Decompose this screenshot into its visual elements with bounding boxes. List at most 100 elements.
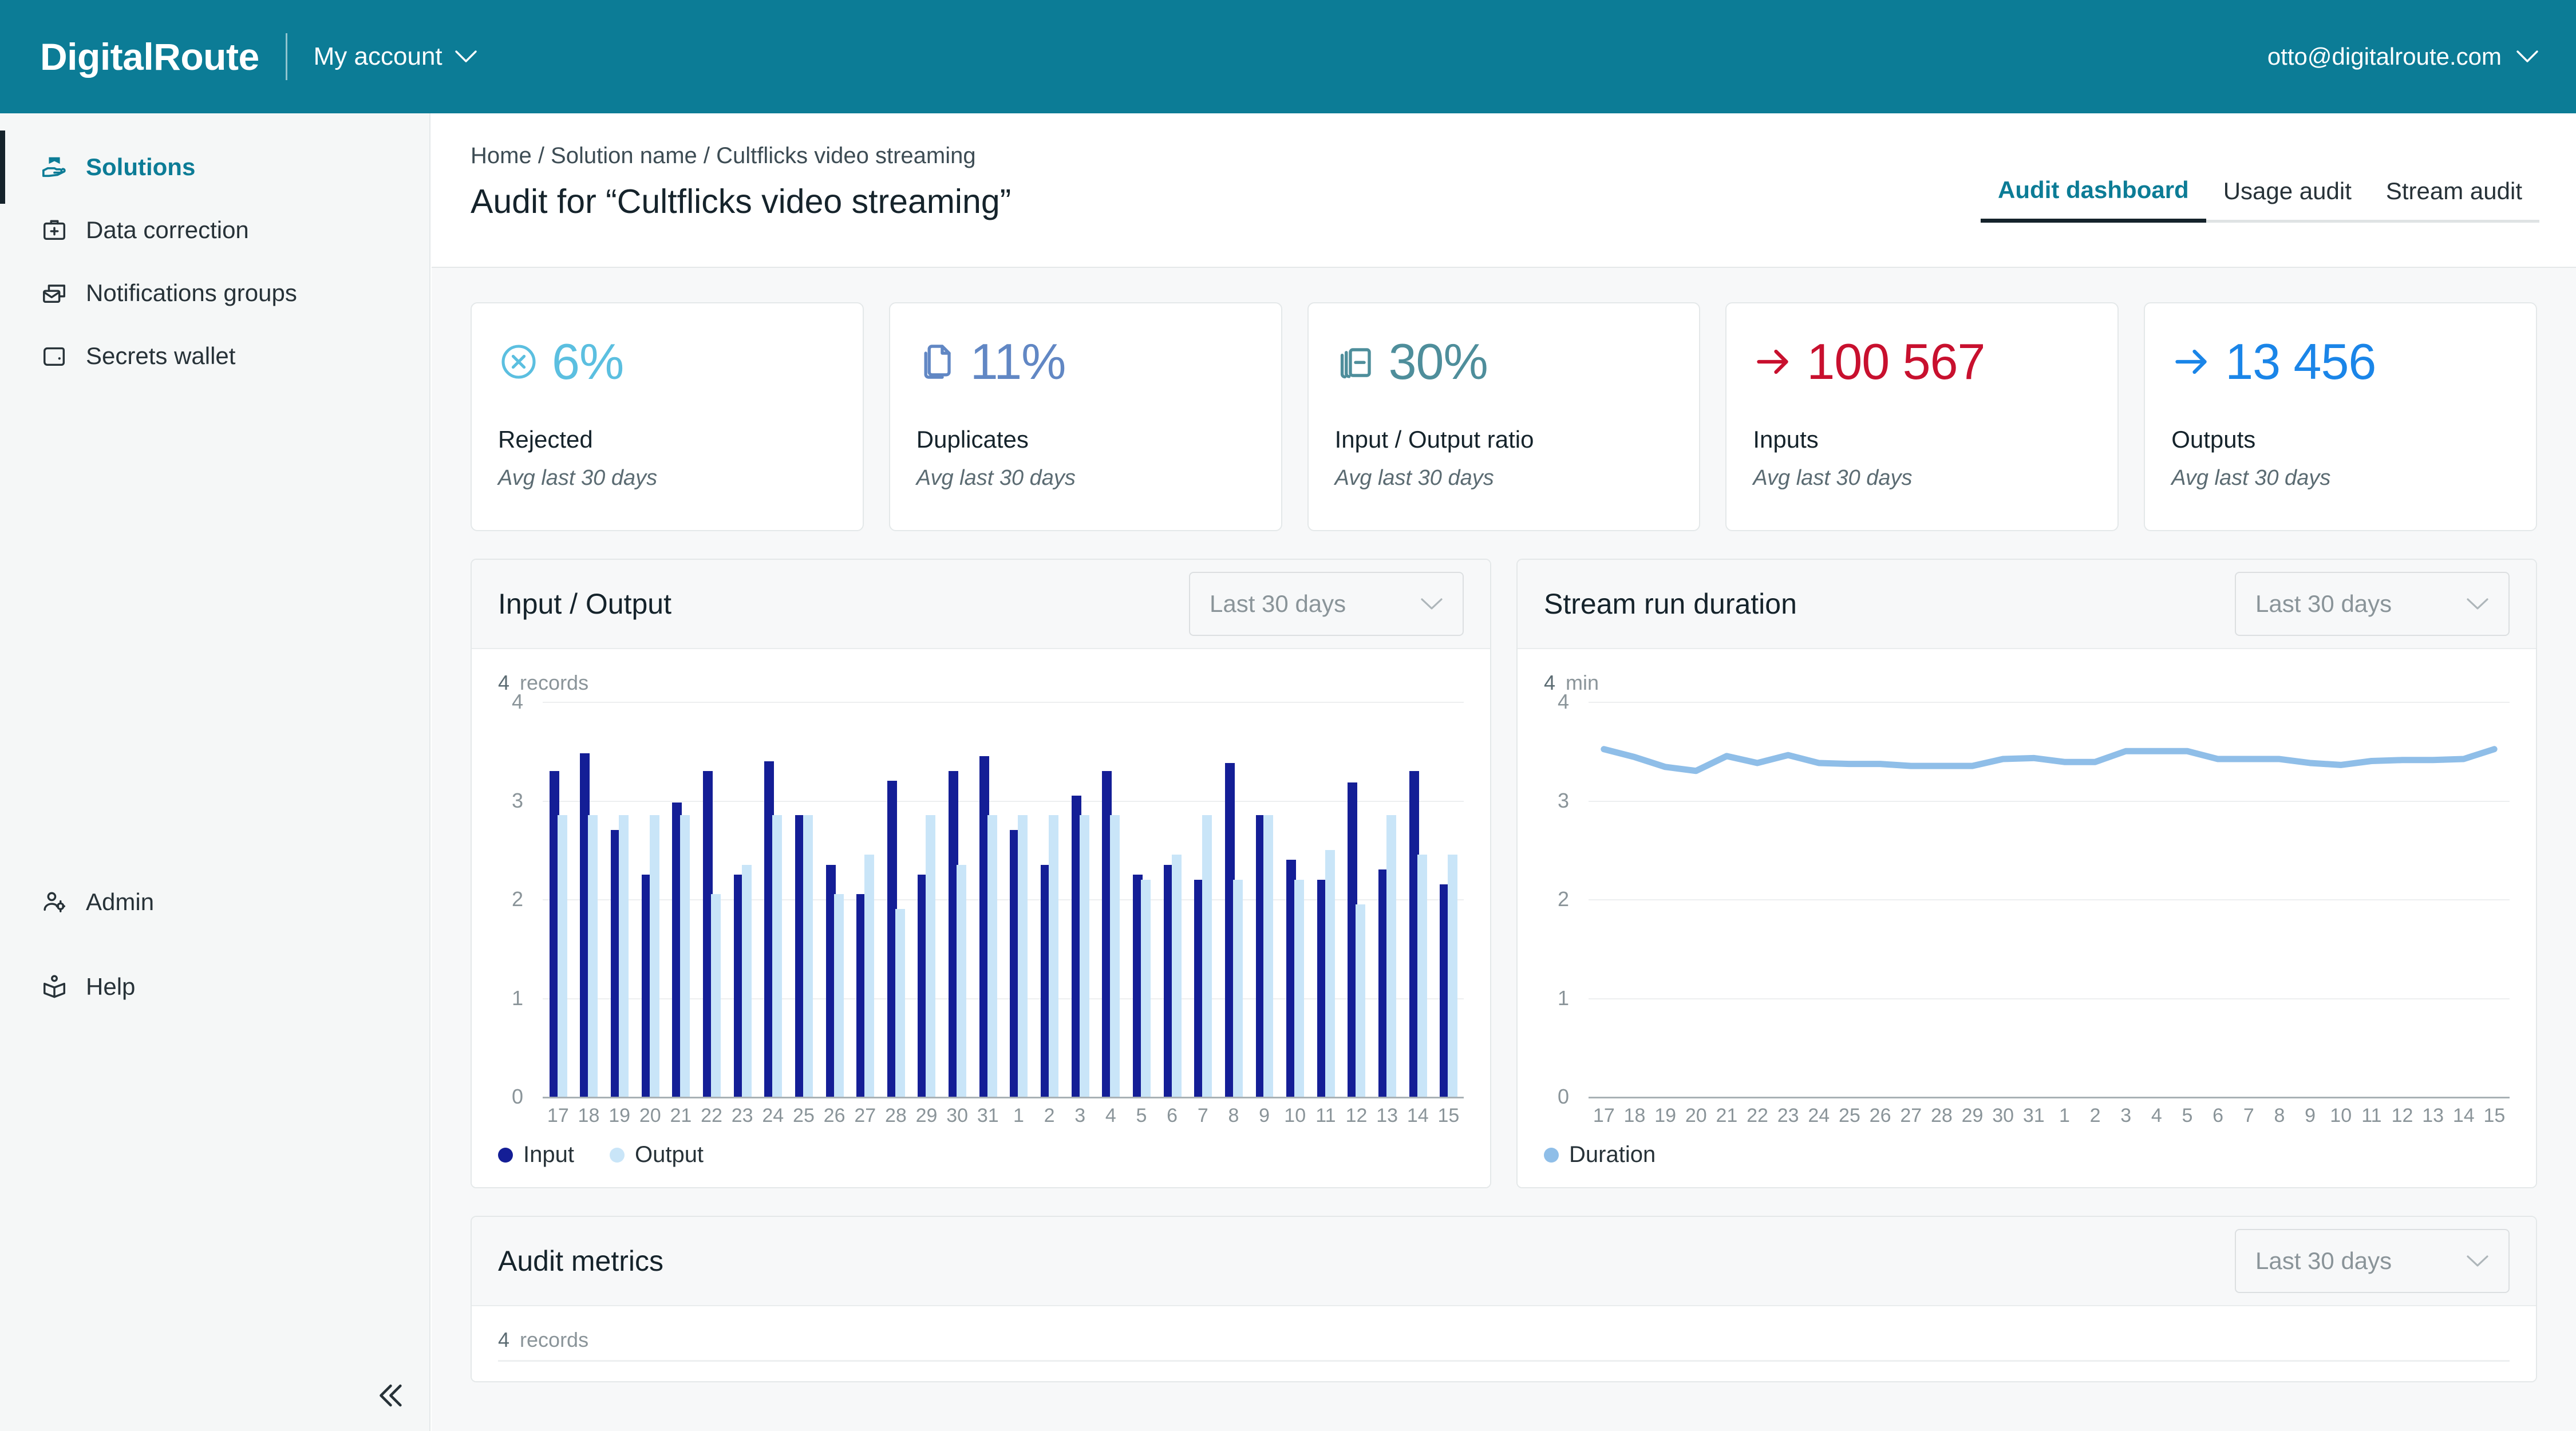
sidebar-item-help[interactable]: Help	[0, 959, 430, 1014]
kpi-label: Inputs	[1753, 426, 2091, 453]
sidebar-item-notifications-groups[interactable]: Notifications groups	[0, 266, 430, 321]
x-axis-tick: 15	[1433, 1105, 1464, 1127]
bar-group[interactable]	[1187, 702, 1218, 1097]
date-range-select-stream-duration[interactable]: Last 30 days	[2235, 572, 2510, 636]
bar-group[interactable]	[1372, 702, 1402, 1097]
x-axis-tick: 25	[1834, 1105, 1865, 1127]
bar-output	[957, 865, 966, 1097]
bar-group[interactable]	[1341, 702, 1372, 1097]
kpi-card-outputs: 13 456 Outputs Avg last 30 days	[2144, 302, 2537, 531]
bar-group[interactable]	[911, 702, 942, 1097]
legend-item-input[interactable]: Input	[498, 1142, 574, 1168]
y-axis-unit-label: 4min	[1544, 671, 2510, 695]
duration-line-series	[1544, 702, 2510, 1097]
bar-group[interactable]	[574, 702, 605, 1097]
bar-group[interactable]	[1126, 702, 1157, 1097]
bar-group[interactable]	[1433, 702, 1464, 1097]
tab-usage-audit[interactable]: Usage audit	[2206, 177, 2369, 223]
bar-output	[1049, 815, 1058, 1097]
panel-audit-metrics: Audit metrics Last 30 days 4records	[471, 1216, 2537, 1382]
bar-group[interactable]	[788, 702, 819, 1097]
bar-group[interactable]	[880, 702, 911, 1097]
x-axis-tick: 1	[1003, 1105, 1034, 1127]
kpi-card-input-output-ratio: 30% Input / Output ratio Avg last 30 day…	[1307, 302, 1701, 531]
date-range-select-input-output[interactable]: Last 30 days	[1189, 572, 1464, 636]
tab-audit-dashboard[interactable]: Audit dashboard	[1981, 176, 2206, 223]
my-account-menu[interactable]: My account	[314, 42, 477, 71]
bar-group[interactable]	[1310, 702, 1341, 1097]
bar-group[interactable]	[850, 702, 880, 1097]
kpi-label: Rejected	[498, 426, 836, 453]
sidebar-collapse-button[interactable]	[366, 1373, 412, 1418]
select-value: Last 30 days	[2255, 1247, 2392, 1275]
bar-group[interactable]	[1279, 702, 1310, 1097]
bar-group[interactable]	[604, 702, 635, 1097]
bar-group[interactable]	[666, 702, 697, 1097]
sidebar-item-label: Secrets wallet	[86, 342, 235, 370]
y-axis-unit-label: 4records	[498, 1328, 2510, 1352]
x-axis-tick: 9	[1249, 1105, 1280, 1127]
bar-group[interactable]	[757, 702, 788, 1097]
tab-stream-audit[interactable]: Stream audit	[2369, 177, 2539, 223]
stacked-cards-minus-icon	[1335, 341, 1376, 382]
bar-group[interactable]	[727, 702, 758, 1097]
legend-label: Output	[635, 1142, 704, 1168]
bar-group[interactable]	[1065, 702, 1096, 1097]
legend-label: Input	[523, 1142, 574, 1168]
x-axis-tick: 23	[727, 1105, 758, 1127]
bar-group[interactable]	[1096, 702, 1127, 1097]
x-axis-tick: 28	[1926, 1105, 1957, 1127]
x-axis-tick: 26	[819, 1105, 850, 1127]
sidebar-item-admin[interactable]: Admin	[0, 875, 430, 930]
x-axis-baseline	[1589, 1097, 2510, 1098]
date-range-select-audit-metrics[interactable]: Last 30 days	[2235, 1229, 2510, 1293]
x-axis-tick: 4	[1096, 1105, 1127, 1127]
user-account-menu[interactable]: otto@digitalroute.com	[2267, 43, 2538, 70]
bar-group[interactable]	[543, 702, 574, 1097]
x-axis-tick: 8	[1218, 1105, 1249, 1127]
bar-output	[680, 815, 690, 1097]
x-axis-tick: 13	[1372, 1105, 1402, 1127]
x-axis-tick: 18	[574, 1105, 605, 1127]
y-axis-tick: 2	[498, 887, 523, 911]
sidebar-item-secrets-wallet[interactable]: Secrets wallet	[0, 329, 430, 384]
kpi-subtitle: Avg last 30 days	[498, 466, 836, 491]
sidebar-item-solutions[interactable]: Solutions	[0, 140, 430, 195]
kpi-subtitle: Avg last 30 days	[1335, 466, 1673, 491]
bar-group[interactable]	[1034, 702, 1065, 1097]
x-axis-tick: 9	[2295, 1105, 2326, 1127]
bar-group[interactable]	[1157, 702, 1188, 1097]
brand-logo[interactable]: DigitalRoute	[40, 35, 259, 78]
sidebar-item-label: Notifications groups	[86, 279, 297, 307]
bar-group[interactable]	[973, 702, 1003, 1097]
bar-group[interactable]	[1249, 702, 1280, 1097]
x-axis-tick: 22	[1742, 1105, 1773, 1127]
x-axis-tick: 29	[911, 1105, 942, 1127]
sidebar-item-label: Solutions	[86, 153, 195, 181]
bar-output	[1202, 815, 1212, 1097]
bar-group[interactable]	[942, 702, 973, 1097]
bar-group[interactable]	[696, 702, 727, 1097]
x-axis-tick: 10	[1279, 1105, 1310, 1127]
panel-header: Stream run duration Last 30 days	[1518, 560, 2536, 649]
bar-group[interactable]	[1003, 702, 1034, 1097]
bar-output	[1386, 815, 1396, 1097]
x-axis-tick: 17	[543, 1105, 574, 1127]
legend-item-output[interactable]: Output	[610, 1142, 704, 1168]
bar-group[interactable]	[819, 702, 850, 1097]
bar-output	[619, 815, 629, 1097]
kpi-label: Duplicates	[916, 426, 1255, 453]
bar-group[interactable]	[635, 702, 666, 1097]
x-axis-tick: 20	[635, 1105, 666, 1127]
bar-output	[1018, 815, 1028, 1097]
legend-item-duration[interactable]: Duration	[1544, 1142, 1656, 1168]
chevron-down-icon	[2516, 50, 2538, 63]
x-axis-tick: 23	[1773, 1105, 1804, 1127]
bar-group[interactable]	[1218, 702, 1249, 1097]
bar-group[interactable]	[1402, 702, 1433, 1097]
breadcrumb[interactable]: Home / Solution name / Cultflicks video …	[471, 143, 976, 169]
page-header: Home / Solution name / Cultflicks video …	[432, 113, 2576, 268]
line-chart-legend: Duration	[1544, 1142, 2510, 1168]
sidebar-item-data-correction[interactable]: Data correction	[0, 203, 430, 258]
arrow-right-icon	[2171, 341, 2212, 382]
